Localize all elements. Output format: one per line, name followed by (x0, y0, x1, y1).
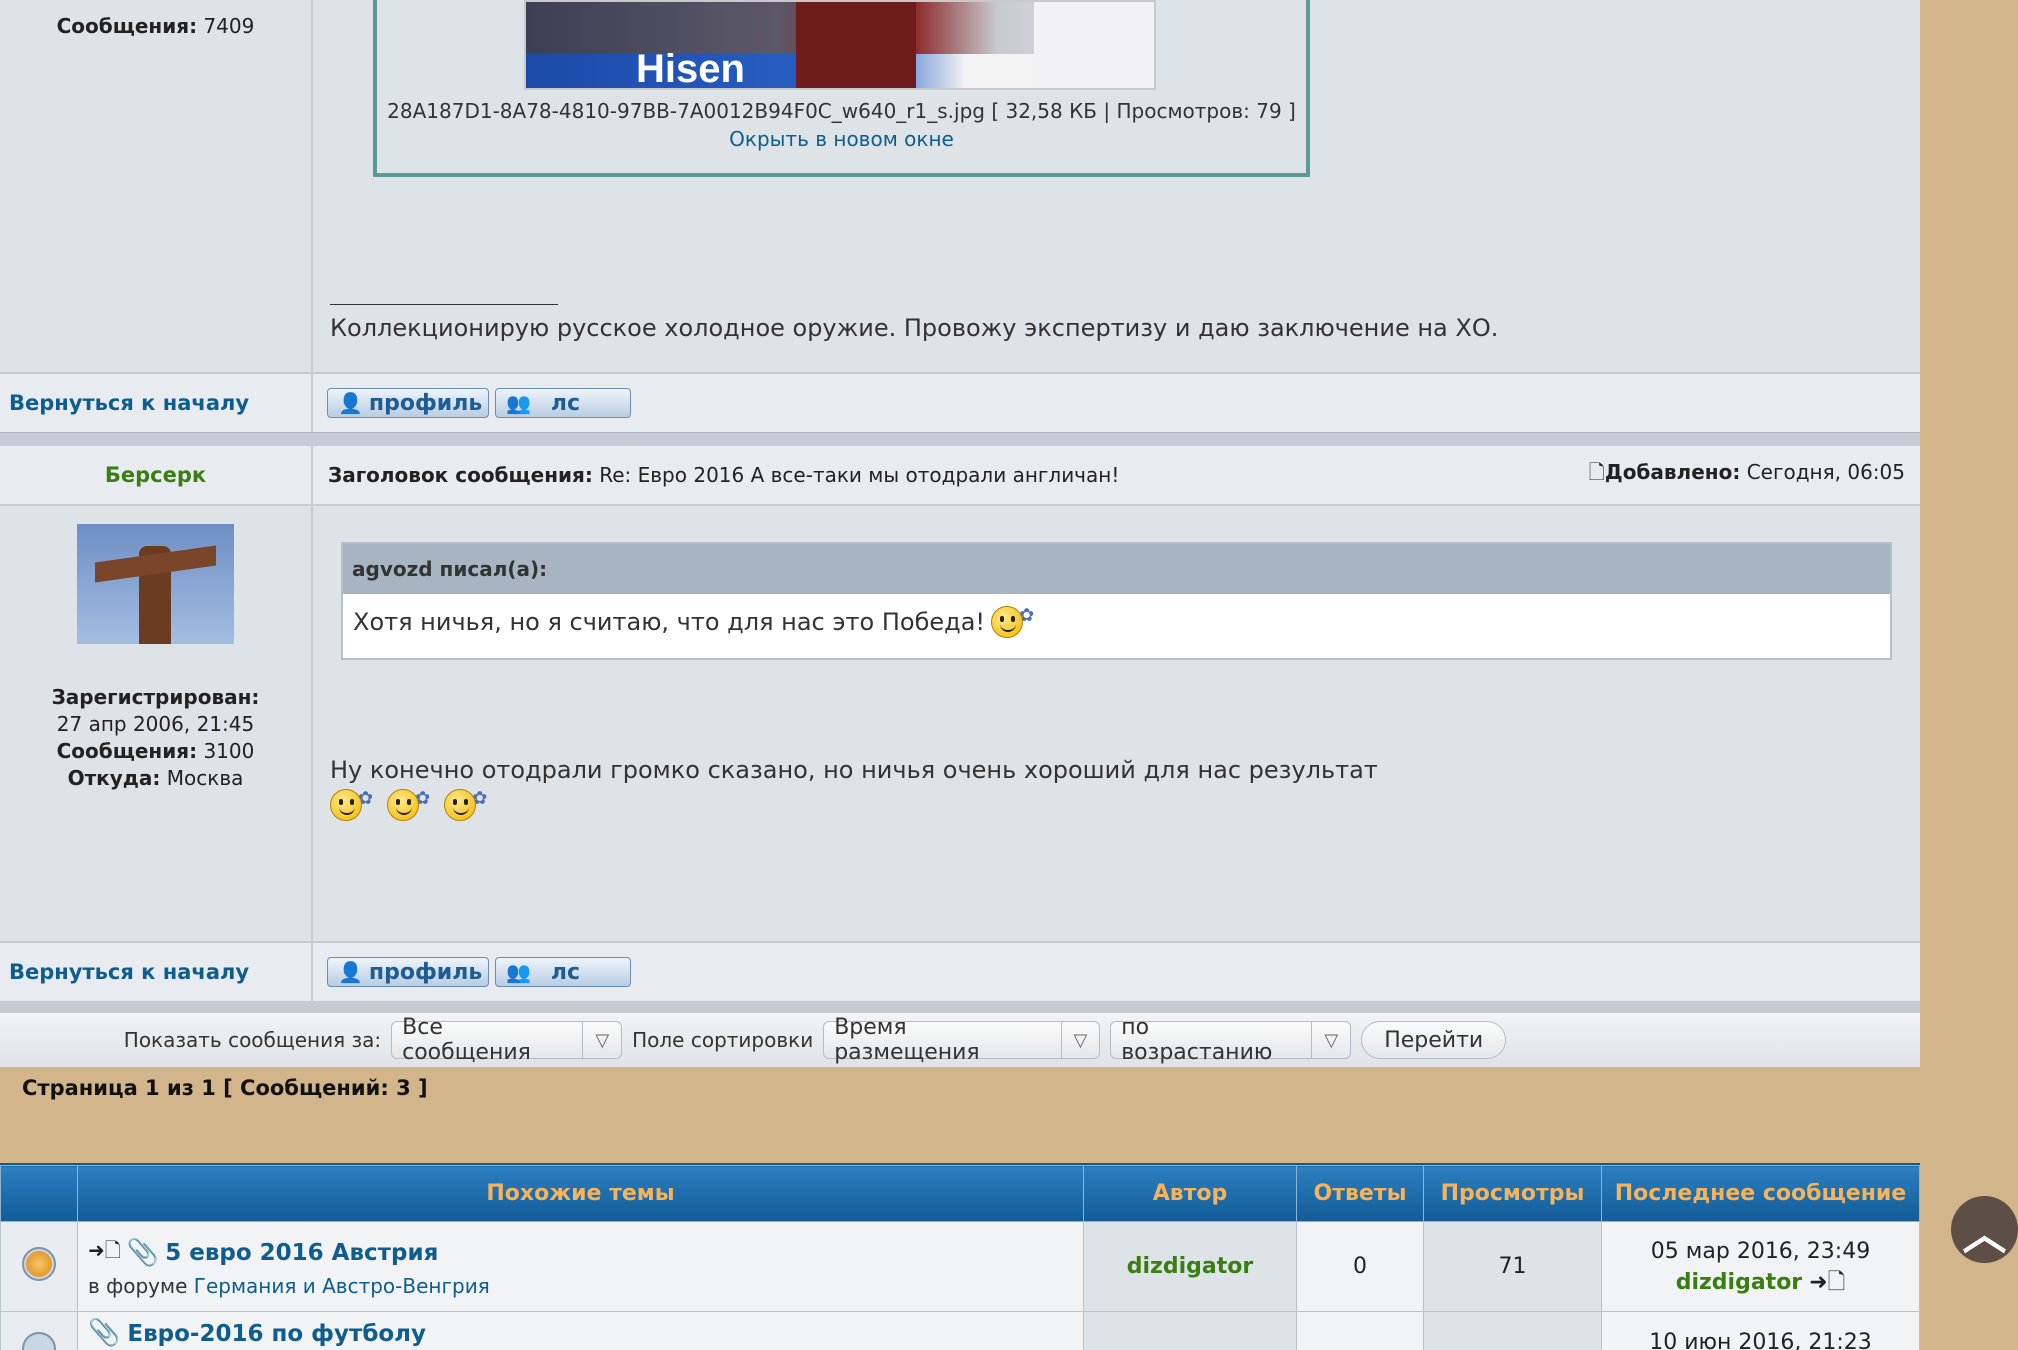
paperclip-icon: 📎 (88, 1318, 121, 1348)
sort-bar: Показать сообщения за: Все сообщения ▽ По… (0, 1013, 1920, 1067)
post-1-content: Hisen 28A187D1-8A78-4810-97BB-7A0012B94F… (313, 0, 1920, 372)
topic-status-icon (22, 1332, 56, 1350)
pm-button[interactable]: 👥 лс (495, 957, 631, 987)
col-author: Автор (1083, 1165, 1297, 1222)
goto-last-post-icon[interactable]: ➜🗋 (1809, 1270, 1845, 1295)
chevron-down-icon: ▽ (1311, 1022, 1350, 1058)
sort-order-select[interactable]: по возрастанию ▽ (1110, 1015, 1352, 1065)
profile-button[interactable]: 👤 профиль (327, 957, 489, 987)
signature-divider (330, 304, 558, 305)
new-post-icon[interactable]: ➜🗋 (88, 1236, 121, 1270)
last-post-author[interactable]: dizdigator (1676, 1270, 1802, 1295)
last-post-date: 10 июн 2016, 21:23 (1601, 1311, 1920, 1350)
post-2-body: Зарегистрирован: 27 апр 2006, 21:45 Сооб… (0, 506, 1920, 941)
smile-icon: ✿ (444, 788, 487, 821)
topic-title-link[interactable]: Евро-2016 по футболу (127, 1321, 426, 1347)
post-1-body: Сообщения: 7409 Hisen 28A187D1-8A78-4810… (0, 0, 1920, 372)
smile-icon: ✿ (991, 605, 1034, 638)
attachment-image[interactable]: Hisen (524, 0, 1156, 90)
topic-status-icon (22, 1246, 56, 1281)
topic-replies: 0 (1296, 1221, 1424, 1312)
user-icon: 👤 (338, 960, 363, 984)
user-icon: 👤 (338, 391, 363, 415)
chevron-down-icon: ▽ (582, 1022, 621, 1058)
back-to-top-link[interactable]: Вернуться к началу (9, 960, 249, 984)
col-replies: Ответы (1296, 1165, 1424, 1222)
back-to-top-link[interactable]: Вернуться к началу (9, 391, 249, 415)
post-1-footer: Вернуться к началу 👤 профиль 👥 лс (0, 372, 1920, 432)
last-post-date: 05 мар 2016, 23:49 (1650, 1238, 1871, 1264)
pm-button[interactable]: 👥 лс (495, 388, 631, 418)
post-separator (0, 1001, 1920, 1013)
post-2-date: 🗋Добавлено: Сегодня, 06:05 (1588, 460, 1905, 484)
paperclip-icon: 📎 (126, 1237, 160, 1268)
quote-author: agvozd писал(а): (343, 544, 1890, 594)
post-separator (0, 432, 1920, 446)
quote-text: Хотя ничья, но я считаю, что для нас это… (353, 608, 986, 636)
col-views: Просмотры (1423, 1165, 1602, 1222)
post-2-author[interactable]: Берсерк (105, 463, 206, 487)
post-1-stats-value: 7409 (203, 14, 255, 38)
attachment-box: Hisen 28A187D1-8A78-4810-97BB-7A0012B94F… (373, 0, 1310, 177)
avatar (77, 524, 234, 644)
topic-title-link[interactable]: 5 евро 2016 Австрия (165, 1240, 438, 1266)
post-1-stats-label: Сообщения: (56, 14, 198, 38)
pagination: Страница 1 из 1 [ Сообщений: 3 ] (22, 1076, 428, 1100)
signature: Коллекционирую русское холодное оружие. … (330, 314, 1499, 342)
table-header: Похожие темы Автор Ответы Просмотры Посл… (0, 1165, 1920, 1222)
show-select[interactable]: Все сообщения ▽ (391, 1015, 623, 1065)
table-row: 📎 Евро-2016 по футболу 10 июн 2016, 21:2… (0, 1311, 1920, 1350)
smile-icon: ✿ (387, 788, 430, 821)
topic-views: 71 (1423, 1221, 1602, 1312)
col-topics: Похожие темы (77, 1165, 1084, 1222)
similar-topics-table: Похожие темы Автор Ответы Просмотры Посл… (0, 1165, 1920, 1350)
sort-label: Поле сортировки (632, 1028, 814, 1052)
table-row: ➜🗋 📎 5 евро 2016 Австрия в форуме Герман… (0, 1221, 1920, 1312)
go-button[interactable]: Перейти (1361, 1021, 1507, 1059)
smile-icon: ✿ (330, 788, 373, 821)
forum-container: Сообщения: 7409 Hisen 28A187D1-8A78-4810… (0, 0, 1920, 1067)
users-icon: 👥 (506, 960, 531, 984)
users-icon: 👥 (506, 391, 531, 415)
scroll-to-top-button[interactable]: ︿ (1951, 1196, 2018, 1263)
profile-button[interactable]: 👤 профиль (327, 388, 489, 418)
post-2-subject: Заголовок сообщения: Re: Евро 2016 А все… (328, 463, 1120, 487)
forum-link[interactable]: Германия и Австро-Венгрия (194, 1274, 490, 1298)
post-2-content: agvozd писал(а): Хотя ничья, но я считаю… (313, 506, 1920, 941)
chevron-up-icon: ︿ (1962, 1208, 2007, 1260)
post-icon: 🗋 (1588, 460, 1605, 484)
post-2-footer: Вернуться к началу 👤 профиль 👥 лс (0, 941, 1920, 1001)
attachment-caption: 28A187D1-8A78-4810-97BB-7A0012B94F0C_w64… (387, 99, 1296, 123)
topic-author[interactable]: dizdigator (1083, 1221, 1297, 1312)
chevron-down-icon: ▽ (1060, 1022, 1100, 1058)
col-last-post: Последнее сообщение (1601, 1165, 1920, 1222)
sort-field-select[interactable]: Время размещения ▽ (823, 1015, 1101, 1065)
post-1-author-panel: Сообщения: 7409 (0, 0, 313, 372)
show-label: Показать сообщения за: (123, 1028, 382, 1052)
open-new-window-link[interactable]: Окрыть в новом окне (377, 127, 1306, 151)
post-2-text: Ну конечно отодрали громко сказано, но н… (330, 756, 1378, 784)
quote-box: agvozd писал(а): Хотя ничья, но я считаю… (341, 542, 1892, 660)
post-2-header: Берсерк Заголовок сообщения: Re: Евро 20… (0, 446, 1920, 506)
post-2-author-panel: Зарегистрирован: 27 апр 2006, 21:45 Сооб… (0, 506, 313, 941)
